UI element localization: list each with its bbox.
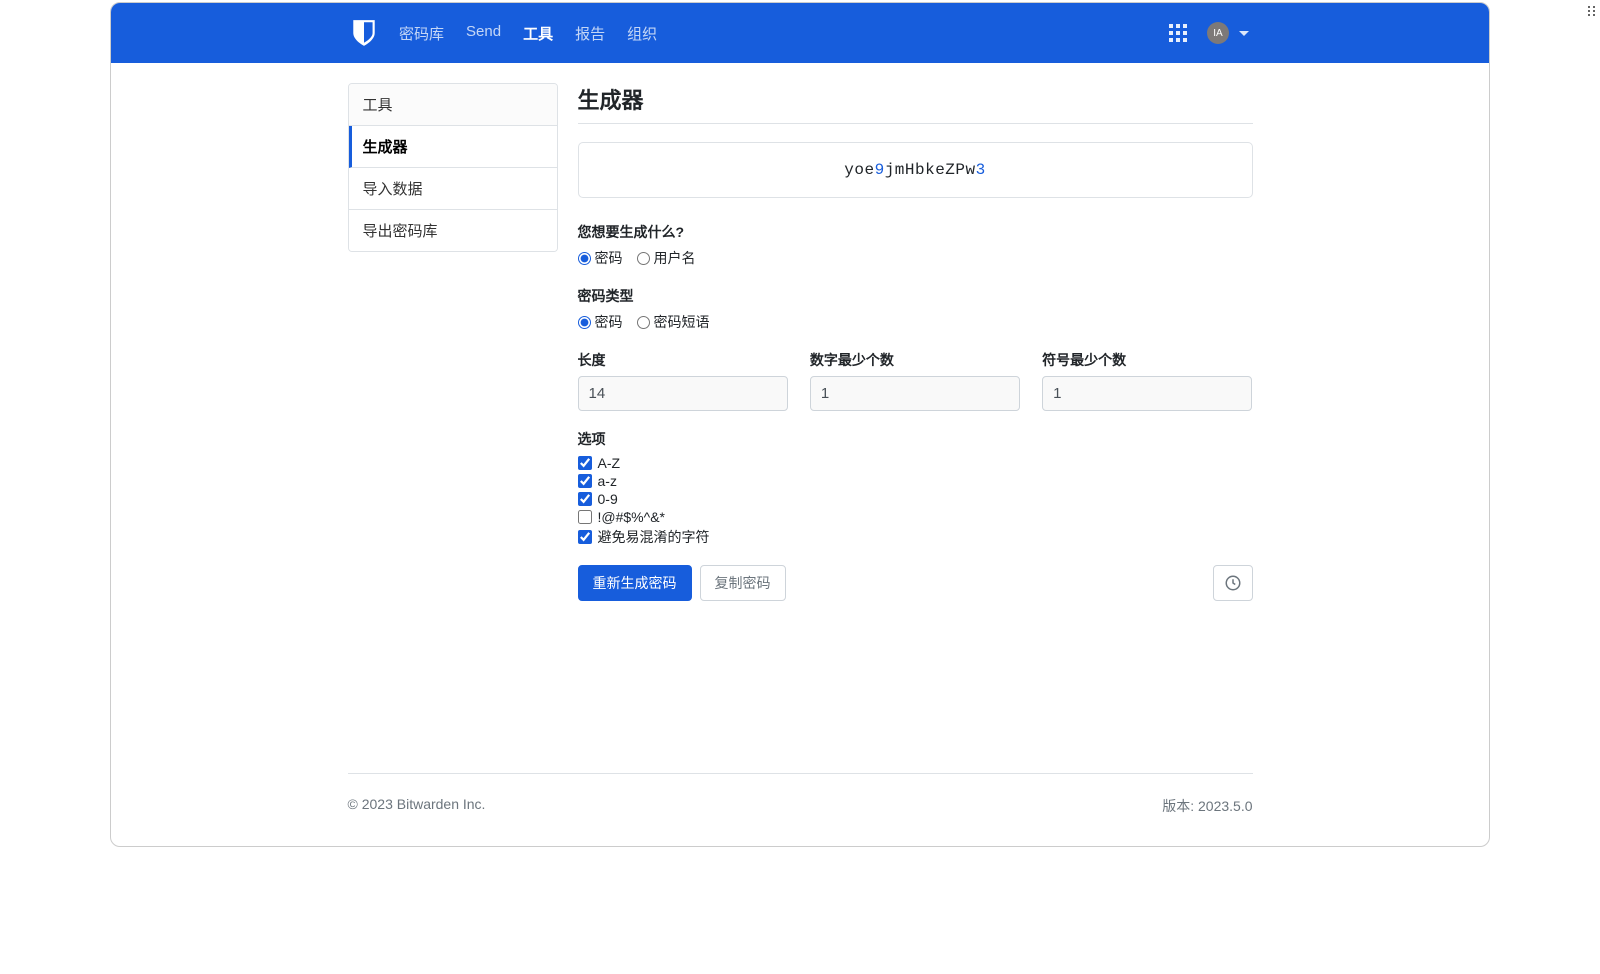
footer: © 2023 Bitwarden Inc. 版本: 2023.5.0 (348, 773, 1253, 846)
footer-copyright: © 2023 Bitwarden Inc. (348, 796, 486, 816)
label-min-symbols: 符号最少个数 (1042, 350, 1252, 370)
label-what-generate: 您想要生成什么? (578, 222, 1253, 242)
button-row: 重新生成密码 复制密码 (578, 565, 1253, 601)
check-lower-input[interactable] (578, 474, 592, 488)
avatar[interactable]: IA (1207, 22, 1229, 44)
app-window: 密码库 Send 工具 报告 组织 IA 工具 生成器 导入数据 导出密码库 (110, 2, 1490, 847)
check-symbols-input[interactable] (578, 510, 592, 524)
radio-pw-label: 密码 (595, 312, 623, 332)
check-ambiguous-input[interactable] (578, 530, 592, 544)
header-left: 密码库 Send 工具 报告 组织 (351, 18, 657, 48)
page-title: 生成器 (578, 83, 1253, 124)
top-nav: 密码库 Send 工具 报告 组织 (399, 23, 657, 44)
clock-icon (1224, 574, 1242, 592)
pw-seg: 9 (875, 161, 885, 179)
sidebar: 工具 生成器 导入数据 导出密码库 (348, 83, 558, 743)
field-what-generate: 您想要生成什么? 密码 用户名 (578, 222, 1253, 268)
check-symbols-label: !@#$%^&* (598, 509, 665, 525)
check-upper-label: A-Z (598, 455, 621, 471)
pw-seg: 3 (976, 161, 986, 179)
check-digits-label: 0-9 (598, 491, 618, 507)
length-input[interactable] (578, 376, 788, 411)
label-min-digits: 数字最少个数 (810, 350, 1020, 370)
check-lower-label: a-z (598, 473, 617, 489)
field-options: 选项 A-Z a-z 0-9 !@#$%^&* 避免易混淆的字符 (578, 429, 1253, 547)
radio-pw[interactable]: 密码 (578, 312, 623, 332)
regenerate-button[interactable]: 重新生成密码 (578, 565, 692, 601)
radio-username-label: 用户名 (654, 248, 696, 268)
min-symbols-input[interactable] (1042, 376, 1252, 411)
nav-send[interactable]: Send (466, 23, 501, 44)
label-password-type: 密码类型 (578, 286, 1253, 306)
shield-logo-icon (351, 18, 377, 48)
label-length: 长度 (578, 350, 788, 370)
sidebar-header: 工具 (349, 84, 557, 126)
history-button[interactable] (1213, 565, 1253, 601)
label-options: 选项 (578, 429, 1253, 449)
min-digits-input[interactable] (810, 376, 1020, 411)
radio-passphrase-label: 密码短语 (654, 312, 710, 332)
sidebar-item-import[interactable]: 导入数据 (349, 168, 557, 210)
radio-username-input[interactable] (637, 252, 650, 265)
nav-orgs[interactable]: 组织 (627, 23, 657, 44)
header: 密码库 Send 工具 报告 组织 IA (111, 3, 1489, 63)
check-digits-input[interactable] (578, 492, 592, 506)
check-symbols[interactable]: !@#$%^&* (578, 509, 1253, 525)
radio-password-input[interactable] (578, 252, 591, 265)
footer-version: 版本: 2023.5.0 (1162, 796, 1252, 816)
sidebar-item-export[interactable]: 导出密码库 (349, 210, 557, 251)
number-fields: 长度 数字最少个数 符号最少个数 (578, 350, 1253, 411)
pw-seg: yoe (844, 161, 874, 179)
nav-tools[interactable]: 工具 (523, 23, 553, 44)
radio-password-label: 密码 (595, 248, 623, 268)
radio-password[interactable]: 密码 (578, 248, 623, 268)
check-upper-input[interactable] (578, 456, 592, 470)
field-password-type: 密码类型 密码 密码短语 (578, 286, 1253, 332)
copy-button[interactable]: 复制密码 (700, 565, 786, 601)
check-digits[interactable]: 0-9 (578, 491, 1253, 507)
radio-pw-input[interactable] (578, 316, 591, 329)
header-right: IA (1169, 22, 1249, 44)
app-grid-icon[interactable] (1169, 24, 1187, 42)
nav-reports[interactable]: 报告 (575, 23, 605, 44)
check-lower[interactable]: a-z (578, 473, 1253, 489)
main-content: 生成器 yoe9jmHbkeZPw3 您想要生成什么? 密码 用户名 密码类型 … (578, 83, 1253, 743)
sidebar-box: 工具 生成器 导入数据 导出密码库 (348, 83, 558, 252)
content-container: 工具 生成器 导入数据 导出密码库 生成器 yoe9jmHbkeZPw3 您想要… (348, 83, 1253, 773)
radio-username[interactable]: 用户名 (637, 248, 696, 268)
pw-seg: jmHbkeZPw (885, 161, 976, 179)
chevron-down-icon[interactable] (1239, 31, 1249, 36)
nav-vault[interactable]: 密码库 (399, 23, 444, 44)
check-ambiguous-label: 避免易混淆的字符 (598, 527, 710, 547)
generated-password-box: yoe9jmHbkeZPw3 (578, 142, 1253, 198)
radio-passphrase[interactable]: 密码短语 (637, 312, 710, 332)
check-upper[interactable]: A-Z (578, 455, 1253, 471)
radio-passphrase-input[interactable] (637, 316, 650, 329)
check-ambiguous[interactable]: 避免易混淆的字符 (578, 527, 1253, 547)
sidebar-item-generator[interactable]: 生成器 (349, 126, 557, 168)
